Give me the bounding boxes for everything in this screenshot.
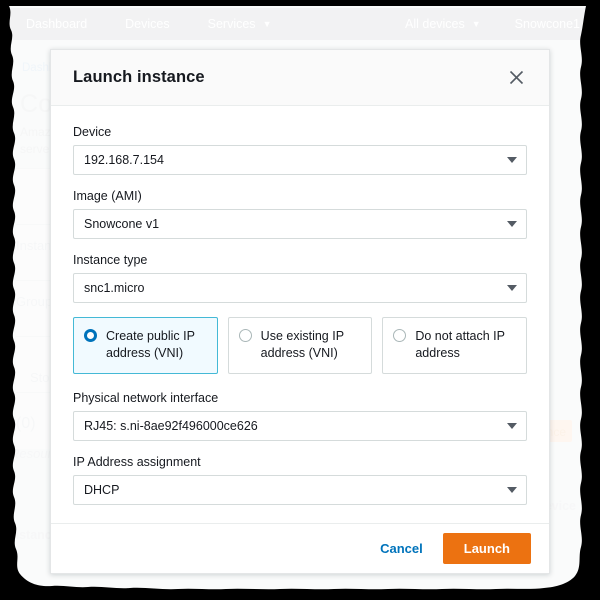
close-icon[interactable] — [505, 67, 527, 89]
dialog-body: Device 192.168.7.154 Image (AMI) Snowcon… — [51, 106, 549, 523]
instance-type-select-value: snc1.micro — [84, 281, 145, 295]
field-ip-address-assignment: IP Address assignment DHCP — [73, 454, 527, 505]
chevron-down-icon — [507, 285, 517, 291]
ip-address-assignment-select-value: DHCP — [84, 483, 120, 497]
chevron-down-icon — [507, 423, 517, 429]
field-device: Device 192.168.7.154 — [73, 124, 527, 175]
chevron-down-icon — [507, 157, 517, 163]
device-select-value: 192.168.7.154 — [84, 153, 164, 167]
field-device-label: Device — [73, 125, 112, 139]
launch-button[interactable]: Launch — [442, 533, 531, 564]
radio-unselected-icon[interactable] — [238, 329, 252, 342]
field-physical-network-interface-label: Physical network interface — [73, 391, 219, 405]
use-existing-ip-tile[interactable]: Use existing IP address (VNI) — [227, 317, 373, 374]
radio-unselected-icon[interactable] — [393, 329, 407, 342]
create-public-ip-tile-label: Create public IP address (VNI) — [106, 329, 195, 360]
radio-selected-icon[interactable] — [84, 329, 97, 342]
device-select[interactable]: 192.168.7.154 — [73, 145, 527, 175]
field-image-ami: Image (AMI) Snowcone v1 — [73, 188, 527, 239]
do-not-attach-ip-tile[interactable]: Do not attach IP address — [382, 317, 528, 374]
dialog-header: Launch instance — [51, 50, 549, 106]
dialog-title: Launch instance — [73, 68, 205, 86]
create-public-ip-tile[interactable]: Create public IP address (VNI) — [73, 317, 218, 374]
field-instance-type-label: Instance type — [73, 253, 148, 267]
cancel-button[interactable]: Cancel — [376, 535, 427, 562]
do-not-attach-ip-tile-label: Do not attach IP address — [415, 329, 505, 360]
physical-network-interface-select-value: RJ45: s.ni-8ae92f496000ce626 — [84, 419, 258, 433]
chevron-down-icon — [507, 487, 517, 493]
physical-network-interface-select[interactable]: RJ45: s.ni-8ae92f496000ce626 — [73, 411, 527, 441]
chevron-down-icon — [507, 221, 517, 227]
dialog-footer: Cancel Launch — [51, 523, 549, 573]
field-ip-address-assignment-label: IP Address assignment — [73, 455, 201, 469]
screenshot-page: Dashboard Devices Services ▼ All devices… — [0, 0, 600, 600]
field-image-ami-label: Image (AMI) — [73, 189, 142, 203]
app-window: Dashboard Devices Services ▼ All devices… — [8, 4, 586, 590]
field-physical-network-interface: Physical network interface RJ45: s.ni-8a… — [73, 390, 527, 441]
image-ami-select-value: Snowcone v1 — [84, 217, 160, 231]
image-ami-select[interactable]: Snowcone v1 — [73, 209, 527, 239]
instance-type-select[interactable]: snc1.micro — [73, 273, 527, 303]
use-existing-ip-tile-label: Use existing IP address (VNI) — [260, 329, 344, 360]
launch-instance-dialog: Launch instance Device 192.168.7.154 Ima… — [50, 49, 550, 574]
field-instance-type: Instance type snc1.micro — [73, 252, 527, 303]
ip-address-assignment-select[interactable]: DHCP — [73, 475, 527, 505]
ip-option-radio-group: Create public IP address (VNI) Use exist… — [73, 317, 528, 374]
